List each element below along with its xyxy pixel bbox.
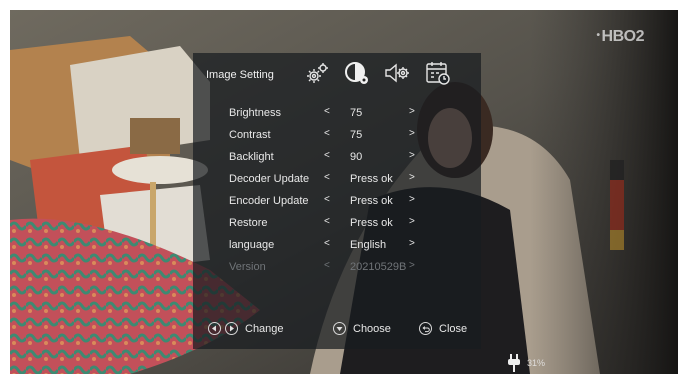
row-label: Backlight xyxy=(229,151,274,163)
channel-logo: • HBO2 xyxy=(596,28,645,45)
setting-row-decoder-update[interactable]: Decoder Update < Press ok > xyxy=(193,169,481,191)
menu-header: Image Setting xyxy=(193,53,481,93)
change-hint: Change xyxy=(208,322,284,335)
arrow-left-button: < xyxy=(324,260,330,271)
setting-row-version: Version < 20210529B > xyxy=(193,257,481,279)
right-arrow-key-icon xyxy=(225,322,238,335)
row-label: Contrast xyxy=(229,129,271,141)
close-hint: Close xyxy=(419,322,467,335)
choose-label: Choose xyxy=(353,322,391,335)
menu-footer: Change Choose Close xyxy=(193,322,481,342)
row-value: 90 xyxy=(350,151,363,163)
row-value: Press ok xyxy=(350,173,393,185)
setting-row-backlight[interactable]: Backlight < 90 > xyxy=(193,147,481,169)
menu-title: Image Setting xyxy=(206,69,274,81)
arrow-left-button[interactable]: < xyxy=(324,216,330,227)
arrow-left-button[interactable]: < xyxy=(324,106,330,117)
row-value: Press ok xyxy=(350,195,393,207)
contrast-icon[interactable] xyxy=(343,59,371,87)
tv-screen: • HBO2 31% Image Setting Brightness < 75… xyxy=(10,10,678,374)
arrow-right-button[interactable]: > xyxy=(409,128,415,139)
arrow-left-button[interactable]: < xyxy=(324,172,330,183)
arrow-right-button: > xyxy=(409,260,415,271)
image-setting-menu: Image Setting Brightness < 75 > Contrast… xyxy=(193,53,481,349)
row-label: Restore xyxy=(229,217,268,229)
arrow-right-button[interactable]: > xyxy=(409,106,415,117)
setting-row-brightness[interactable]: Brightness < 75 > xyxy=(193,103,481,125)
power-indicator: 31% xyxy=(507,354,545,372)
back-key-icon xyxy=(419,322,432,335)
row-value: English xyxy=(350,239,387,251)
left-arrow-key-icon xyxy=(208,322,221,335)
row-value: 20210529B xyxy=(350,261,407,273)
row-value: 75 xyxy=(350,107,363,119)
row-label: Encoder Update xyxy=(229,195,309,207)
arrow-right-button[interactable]: > xyxy=(409,150,415,161)
arrow-left-button[interactable]: < xyxy=(324,194,330,205)
arrow-right-button[interactable]: > xyxy=(409,216,415,227)
row-label: Version xyxy=(229,261,266,273)
row-label: Decoder Update xyxy=(229,173,310,185)
change-label: Change xyxy=(245,322,284,335)
row-value: 75 xyxy=(350,129,363,141)
row-label: language xyxy=(229,239,275,251)
setting-row-restore[interactable]: Restore < Press ok > xyxy=(193,213,481,235)
setting-row-encoder-update[interactable]: Encoder Update < Press ok > xyxy=(193,191,481,213)
arrow-right-button[interactable]: > xyxy=(409,194,415,205)
arrow-right-button[interactable]: > xyxy=(409,238,415,249)
gears-icon[interactable] xyxy=(303,59,331,87)
arrow-left-button[interactable]: < xyxy=(324,150,330,161)
arrow-right-button[interactable]: > xyxy=(409,172,415,183)
arrow-left-button[interactable]: < xyxy=(324,128,330,139)
down-arrow-key-icon xyxy=(333,322,346,335)
choose-hint: Choose xyxy=(333,322,391,335)
calendar-clock-icon[interactable] xyxy=(424,59,452,87)
setting-row-contrast[interactable]: Contrast < 75 > xyxy=(193,125,481,147)
speaker-gear-icon[interactable] xyxy=(383,59,411,87)
power-percent: 31% xyxy=(527,358,546,368)
plug-icon xyxy=(508,354,520,372)
arrow-left-button[interactable]: < xyxy=(324,238,330,249)
close-label: Close xyxy=(439,322,468,335)
row-label: Brightness xyxy=(229,107,281,119)
setting-row-language[interactable]: language < English > xyxy=(193,235,481,257)
row-value: Press ok xyxy=(350,217,393,229)
